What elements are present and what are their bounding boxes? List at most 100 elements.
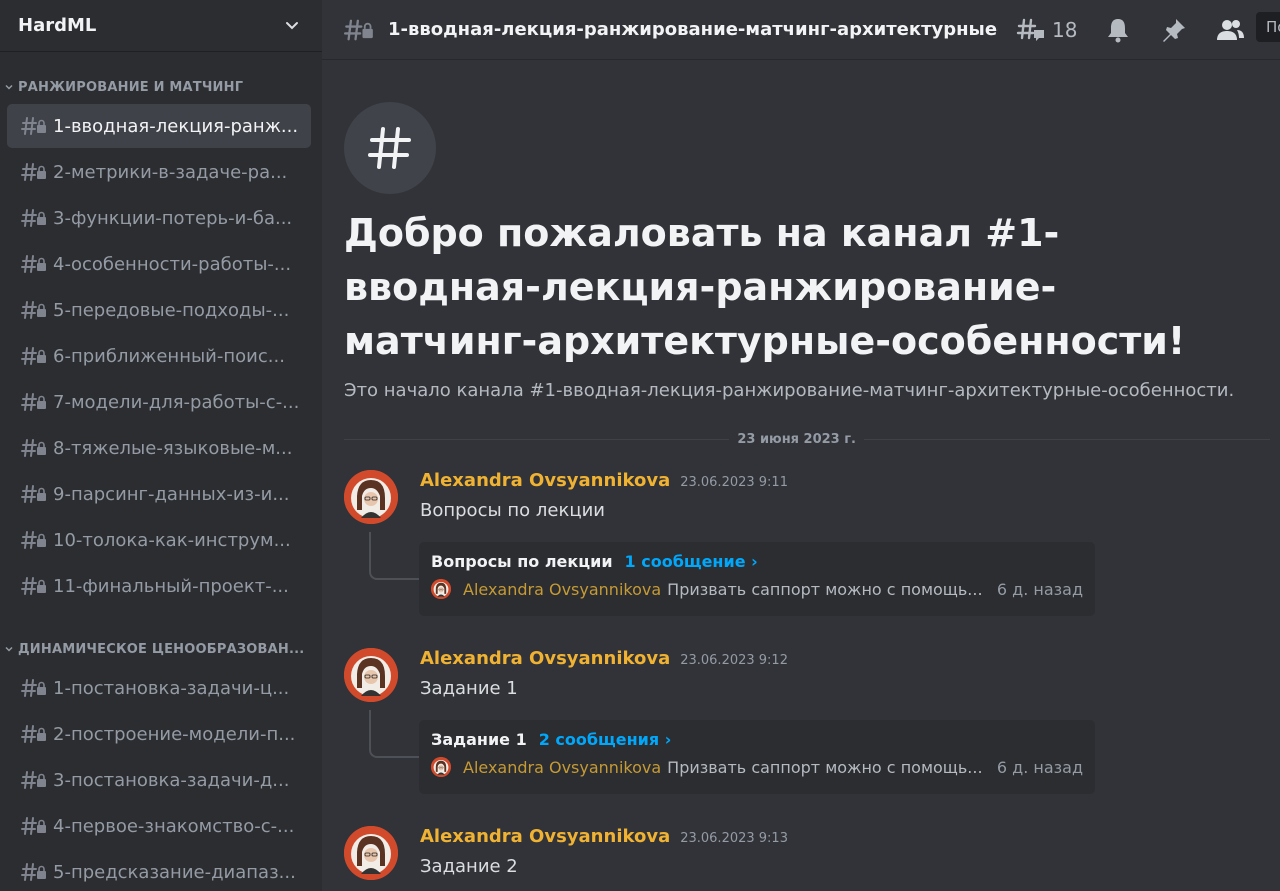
- category-header[interactable]: ДИНАМИЧЕСКОЕ ЦЕНООБРАЗОВАН...: [0, 640, 322, 658]
- reply-author: Alexandra Ovsyannikova: [463, 579, 662, 599]
- channel-item[interactable]: 3-постановка-задачи-д...: [7, 758, 311, 802]
- thread-header: Вопросы по лекции 1 сообщение ›: [431, 552, 1083, 571]
- category-label: ДИНАМИЧЕСКОЕ ЦЕНООБРАЗОВАН...: [18, 641, 305, 657]
- thread-message-count[interactable]: 2 сообщения ›: [539, 730, 672, 749]
- channel-label: 5-предсказание-диапаз...: [53, 861, 296, 883]
- message-text: Задание 1: [420, 678, 518, 699]
- message-timestamp: 23.06.2023 9:11: [680, 475, 788, 490]
- divider-line: [864, 438, 1270, 440]
- thread-name: Вопросы по лекции: [431, 552, 613, 571]
- channel-header: 1-вводная-лекция-ранжирование-матчинг-ар…: [322, 0, 1280, 60]
- avatar: [431, 579, 451, 599]
- channel-label: 4-особенности-работы-...: [53, 253, 292, 275]
- category-label: РАНЖИРОВАНИЕ И МАТЧИНГ: [18, 79, 244, 95]
- message-header: Alexandra Ovsyannikova 23.06.2023 9:11: [420, 470, 788, 491]
- channel-label: 2-метрики-в-задаче-ра...: [53, 161, 288, 183]
- channel-label: 4-первое-знакомство-с-...: [53, 815, 295, 837]
- avatar[interactable]: [344, 826, 398, 880]
- date-label: 23 июня 2023 г.: [737, 431, 856, 447]
- search-input[interactable]: По: [1256, 12, 1280, 42]
- channel-title: 1-вводная-лекция-ранжирование-матчинг-ар…: [388, 19, 998, 40]
- avatar: [431, 757, 451, 777]
- channel-item[interactable]: 6-приближенный-поис...: [7, 334, 311, 378]
- channel-sidebar: HardML РАНЖИРОВАНИЕ И МАТЧИНГ 1-вводная-…: [0, 0, 322, 891]
- message-text: Задание 2: [420, 856, 518, 877]
- message-item: Alexandra Ovsyannikova 23.06.2023 9:11 В…: [322, 470, 1280, 620]
- channel-item[interactable]: 11-финальный-проект-...: [7, 564, 311, 608]
- locked-hash-icon: [21, 575, 47, 597]
- user-avatar-image: [344, 826, 398, 880]
- message-author[interactable]: Alexandra Ovsyannikova: [420, 826, 670, 847]
- date-divider: 23 июня 2023 г.: [344, 430, 1270, 448]
- notifications-button[interactable]: [1103, 16, 1133, 44]
- thread-preview[interactable]: Вопросы по лекции 1 сообщение › Alexandr…: [419, 542, 1095, 616]
- locked-hash-icon: [21, 483, 47, 505]
- locked-hash-icon: [21, 345, 47, 367]
- thread-last-reply: Alexandra Ovsyannikova Призвать саппорт …: [431, 757, 1083, 777]
- channel-label: 8-тяжелые-языковые-м...: [53, 437, 293, 459]
- bell-icon: [1108, 18, 1129, 42]
- welcome-title: Добро пожаловать на канал #1-вводная-лек…: [344, 211, 1186, 363]
- welcome-subtitle: Это начало канала #1-вводная-лекция-ранж…: [344, 380, 1235, 401]
- threads-icon: [1016, 18, 1044, 41]
- message-author[interactable]: Alexandra Ovsyannikova: [420, 470, 670, 491]
- channel-item[interactable]: 10-толока-как-инструм...: [7, 518, 311, 562]
- channel-item[interactable]: 4-первое-знакомство-с-...: [7, 804, 311, 848]
- server-name: HardML: [18, 15, 97, 36]
- avatar[interactable]: [344, 470, 398, 524]
- message-header: Alexandra Ovsyannikova 23.06.2023 9:12: [420, 648, 788, 669]
- channel-list: 1-вводная-лекция-ранж... 2-метрики-в-зад…: [0, 104, 322, 608]
- locked-hash-icon: [21, 115, 47, 137]
- channel-item[interactable]: 1-вводная-лекция-ранж...: [7, 104, 311, 148]
- chevron-down-icon: [5, 646, 13, 652]
- thread-preview[interactable]: Задание 1 2 сообщения › Alexandra Ovsyan…: [419, 720, 1095, 794]
- members-icon: [1217, 19, 1245, 40]
- locked-hash-icon: [21, 723, 47, 745]
- pinned-messages-button[interactable]: [1159, 16, 1189, 44]
- message-header: Alexandra Ovsyannikova 23.06.2023 9:13: [420, 826, 788, 847]
- channel-item[interactable]: 9-парсинг-данных-из-и...: [7, 472, 311, 516]
- channel-item[interactable]: 2-построение-модели-п...: [7, 712, 311, 756]
- locked-hash-icon: [21, 161, 47, 183]
- channel-item[interactable]: 4-особенности-работы-...: [7, 242, 311, 286]
- thread-message-count[interactable]: 1 сообщение ›: [625, 552, 758, 571]
- channel-label: 11-финальный-проект-...: [53, 575, 289, 597]
- locked-hash-icon: [21, 391, 47, 413]
- server-header[interactable]: HardML: [0, 0, 322, 52]
- channel-label: 3-функции-потерь-и-ба...: [53, 207, 293, 229]
- channel-label: 3-постановка-задачи-д...: [53, 769, 290, 791]
- header-toolbar: 18: [1016, 16, 1271, 44]
- message-timestamp: 23.06.2023 9:12: [680, 653, 788, 668]
- channel-item[interactable]: 8-тяжелые-языковые-м...: [7, 426, 311, 470]
- channel-label: 5-передовые-подходы-...: [53, 299, 290, 321]
- reply-text: Призвать саппорт можно с помощь...: [667, 757, 983, 777]
- user-avatar-image: [344, 648, 398, 702]
- category-header[interactable]: РАНЖИРОВАНИЕ И МАТЧИНГ: [0, 78, 322, 96]
- channel-item[interactable]: 5-передовые-подходы-...: [7, 288, 311, 332]
- channel-item[interactable]: 3-функции-потерь-и-ба...: [7, 196, 311, 240]
- threads-button[interactable]: 18: [1016, 16, 1077, 44]
- hash-icon: [368, 127, 411, 169]
- avatar[interactable]: [344, 648, 398, 702]
- message-area: Добро пожаловать на канал #1-вводная-лек…: [322, 60, 1280, 891]
- locked-hash-icon: [21, 861, 47, 883]
- chevron-down-icon[interactable]: [284, 18, 300, 34]
- channel-item[interactable]: 7-модели-для-работы-с-...: [7, 380, 311, 424]
- locked-hash-icon: [344, 16, 374, 44]
- channel-item[interactable]: 2-метрики-в-задаче-ра...: [7, 150, 311, 194]
- locked-hash-icon: [21, 769, 47, 791]
- channel-label: 2-построение-модели-п...: [53, 723, 296, 745]
- divider-line: [344, 438, 730, 440]
- thread-last-reply: Alexandra Ovsyannikova Призвать саппорт …: [431, 579, 1083, 599]
- locked-hash-icon: [21, 207, 47, 229]
- channel-item[interactable]: 5-предсказание-диапаз...: [7, 850, 311, 891]
- user-avatar-image: [431, 757, 451, 777]
- channel-item[interactable]: 1-постановка-задачи-ц...: [7, 666, 311, 710]
- channel-label: 1-постановка-задачи-ц...: [53, 677, 290, 699]
- message-author[interactable]: Alexandra Ovsyannikova: [420, 648, 670, 669]
- channel-label: 10-толока-как-инструм...: [53, 529, 291, 551]
- channel-list: 1-постановка-задачи-ц... 2-построение-мо…: [0, 666, 322, 891]
- user-avatar-image: [431, 579, 451, 599]
- channel-label: 6-приближенный-поис...: [53, 345, 285, 367]
- member-list-button[interactable]: [1215, 16, 1245, 44]
